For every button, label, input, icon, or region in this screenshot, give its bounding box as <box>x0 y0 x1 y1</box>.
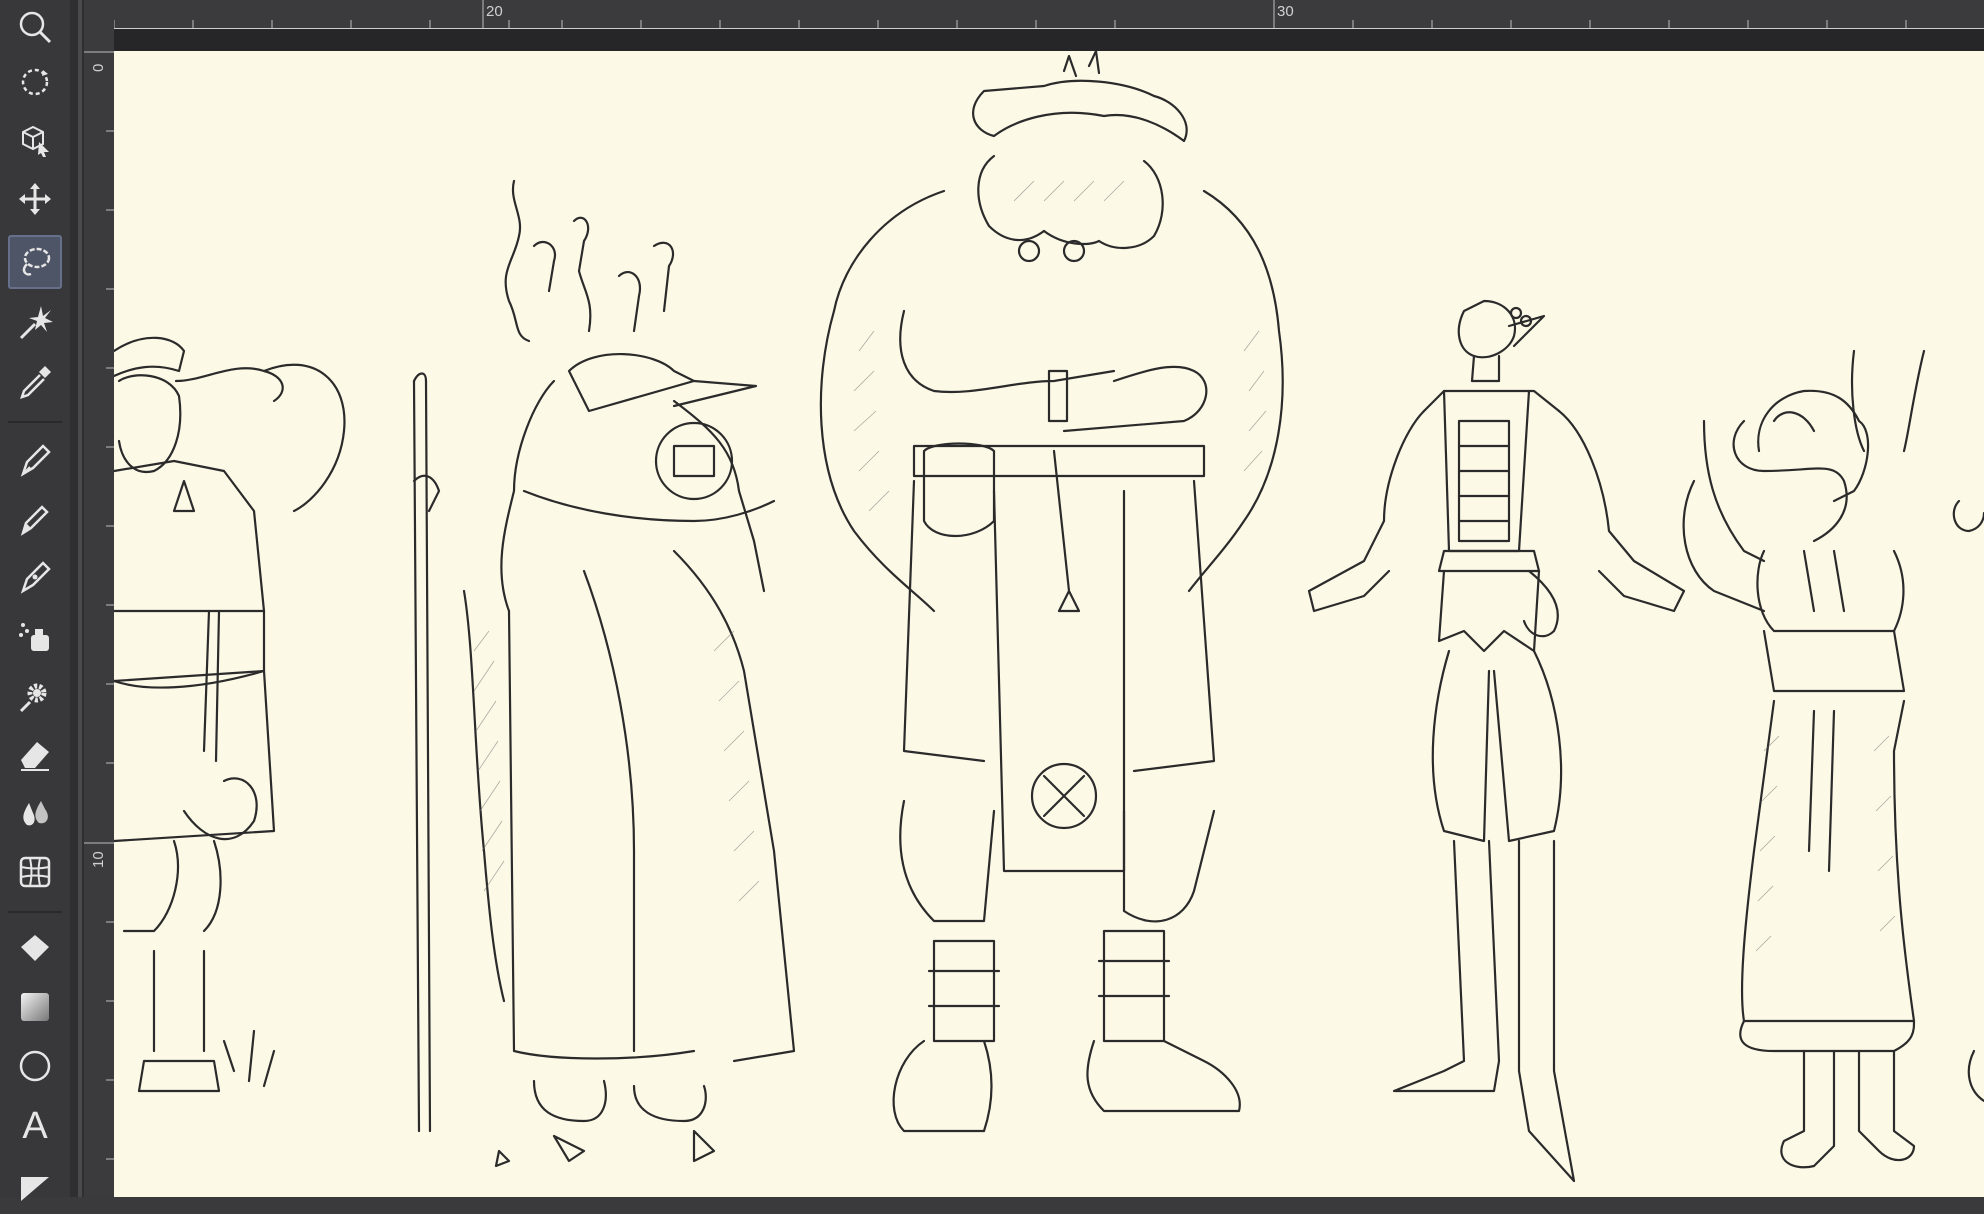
text-a-icon: A <box>22 1105 48 1144</box>
canvas-top-margin <box>114 29 1984 51</box>
horizontal-ruler[interactable]: 20 30 <box>84 0 1984 29</box>
vertical-ruler-ticks <box>84 51 114 1160</box>
drawing-canvas[interactable] <box>114 51 1984 1197</box>
eyedropper-tool-button[interactable] <box>8 355 62 409</box>
brush-tool-button[interactable] <box>8 550 62 604</box>
circle-icon <box>19 1050 51 1082</box>
sparkle-icon <box>19 306 53 340</box>
toolbar-separator <box>8 421 62 423</box>
pencil-icon <box>20 505 49 536</box>
pen-tool-button[interactable] <box>8 433 62 487</box>
rotate-tool-button[interactable] <box>8 55 62 109</box>
drops-icon <box>23 801 48 826</box>
eyedropper-icon <box>20 366 51 399</box>
brush-icon <box>20 561 51 594</box>
magnifier-icon <box>19 11 52 44</box>
cube-cursor-icon <box>22 125 49 157</box>
figure-fur-cloaked-warrior <box>819 51 1284 1133</box>
ruler-corner <box>84 0 114 28</box>
move-tool-button[interactable] <box>8 172 62 226</box>
line-art-illustration <box>114 51 1984 1183</box>
bucket-icon <box>21 935 49 961</box>
horizontal-ruler-ticks <box>113 0 1907 28</box>
airbrush-tool-button[interactable] <box>8 610 62 664</box>
toolbar-splitter-line <box>78 0 82 1197</box>
ruler-label: 0 <box>90 63 107 72</box>
tool-palette: A <box>0 0 70 1201</box>
airbrush-icon <box>19 623 49 651</box>
ruler-label: 10 <box>90 851 107 868</box>
figure-jester <box>1307 299 1686 1183</box>
toolbar-separator <box>8 911 62 913</box>
ruler-label: 30 <box>1277 3 1294 20</box>
gradient-square-icon <box>21 993 49 1021</box>
grid-icon <box>19 856 51 888</box>
fill-tool-button[interactable] <box>8 922 62 976</box>
lasso-icon <box>22 247 51 276</box>
mesh-transform-tool-button[interactable] <box>8 845 62 899</box>
pencil-tool-button[interactable] <box>8 492 62 546</box>
frame-icon <box>21 1177 49 1201</box>
ruler-label: 20 <box>486 3 503 20</box>
eraser-tool-button[interactable] <box>8 727 62 781</box>
figure-tool-button[interactable] <box>8 1039 62 1093</box>
figure-character-shielding-eyes <box>114 336 346 1093</box>
magic-wand-tool-button[interactable] <box>8 295 62 349</box>
pen-icon <box>20 444 51 477</box>
figure-horned-youth <box>1682 349 1926 1169</box>
blend-tool-button[interactable] <box>8 786 62 840</box>
gradient-tool-button[interactable] <box>8 980 62 1034</box>
svg-text:A: A <box>22 1105 48 1144</box>
text-tool-button[interactable]: A <box>8 1097 62 1151</box>
3d-object-tool-button[interactable] <box>8 113 62 167</box>
rotate-icon <box>21 68 49 96</box>
vertical-ruler[interactable]: 0 10 <box>84 28 115 1197</box>
zoom-tool-button[interactable] <box>8 0 62 54</box>
figure-robed-masked-figure <box>412 179 796 1168</box>
eraser-icon <box>21 742 49 771</box>
lasso-tool-button[interactable] <box>8 235 62 289</box>
decoration-tool-button[interactable] <box>8 668 62 722</box>
move-arrows-icon <box>19 183 51 215</box>
frame-tool-button[interactable] <box>8 1160 62 1214</box>
gear-icon <box>19 683 47 713</box>
